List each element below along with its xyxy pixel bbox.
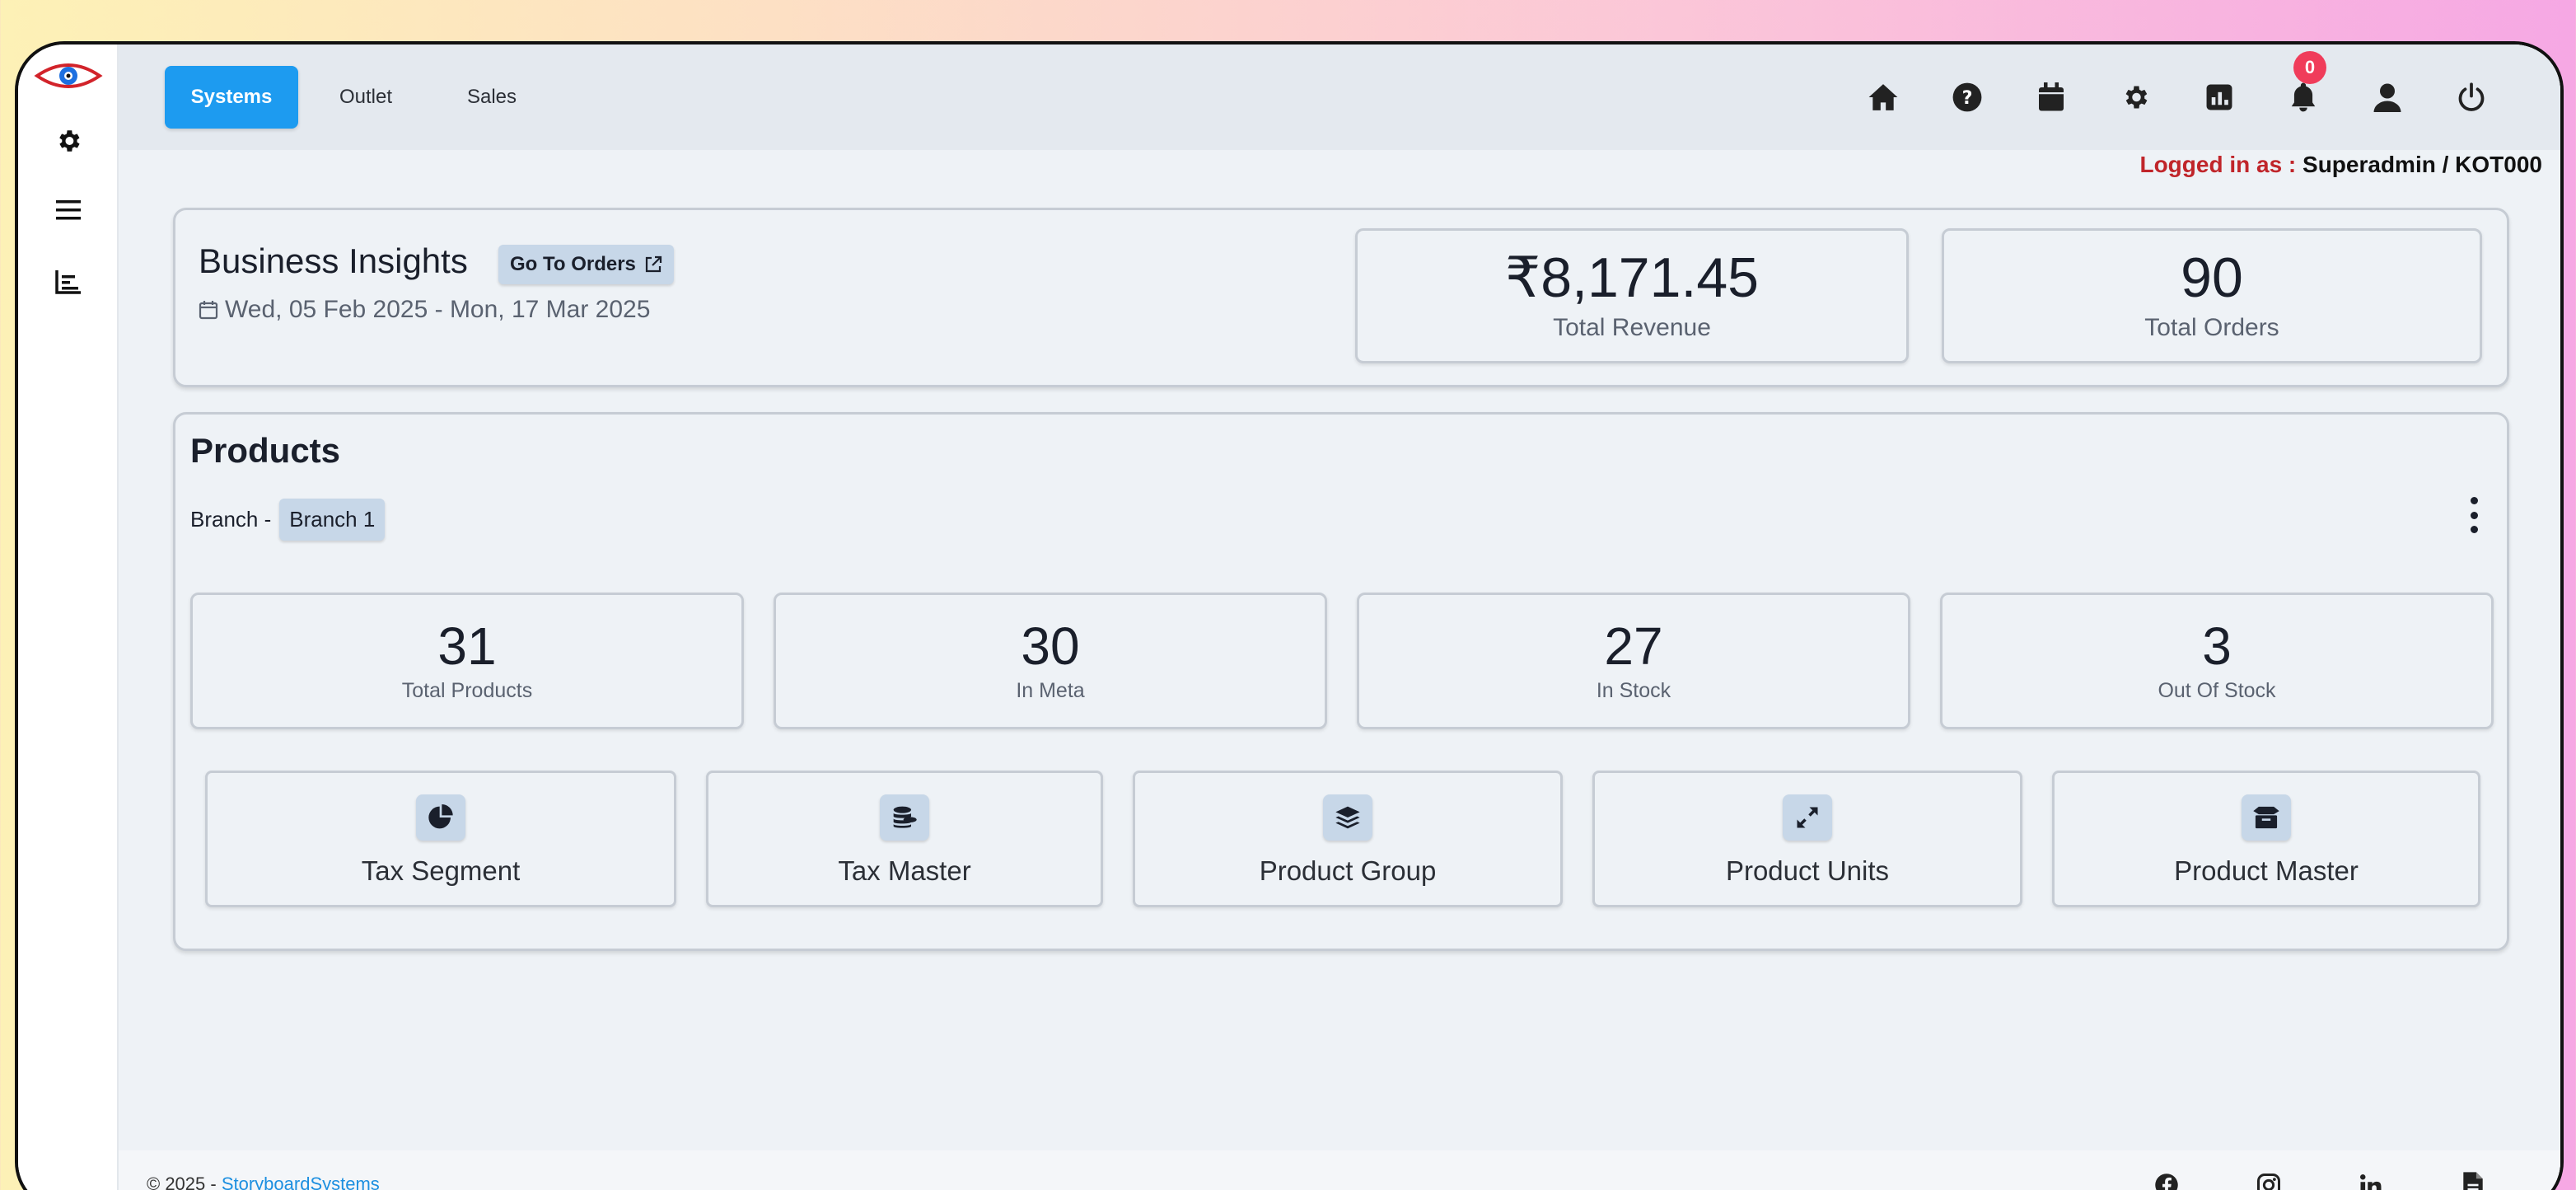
user-icon[interactable]: [2368, 77, 2407, 117]
coins-icon: [880, 794, 929, 841]
tab-outlet[interactable]: Outlet: [316, 66, 415, 129]
settings-icon[interactable]: [2115, 77, 2155, 117]
total-products-box: 31 Total Products: [190, 593, 744, 729]
top-navbar: Systems Outlet Sales ? 0: [119, 45, 2560, 150]
logged-in-user: Superadmin / KOT000: [2303, 152, 2542, 177]
footer: © 2025 - StoryboardSystems: [119, 1150, 2560, 1190]
in-stock-label: In Stock: [1596, 678, 1671, 702]
eye-logo-icon[interactable]: [18, 59, 119, 92]
expand-icon: [1783, 794, 1832, 841]
total-revenue-box: ₹8,171.45 Total Revenue: [1355, 228, 1909, 363]
products-card: Products Branch - Branch 1 31 Total Prod…: [173, 412, 2509, 951]
box-icon: [2242, 794, 2291, 841]
calendar-outline-icon: [199, 301, 218, 320]
in-meta-box: 30 In Meta: [774, 593, 1327, 729]
product-group-tile[interactable]: Product Group: [1133, 771, 1563, 907]
products-title: Products: [190, 431, 341, 470]
branch-label: Branch -: [190, 507, 272, 532]
pie-chart-icon: [416, 794, 465, 841]
more-options-icon[interactable]: [2466, 497, 2482, 533]
in-meta-label: In Meta: [1016, 678, 1085, 702]
svg-text:?: ?: [1962, 87, 1973, 109]
in-stock-box: 27 In Stock: [1357, 593, 1910, 729]
facebook-icon[interactable]: [2150, 1169, 2183, 1190]
menu-icon[interactable]: [18, 198, 119, 223]
tax-master-label: Tax Master: [838, 855, 971, 886]
go-to-orders-button[interactable]: Go To Orders: [498, 245, 674, 284]
date-range-text: Wed, 05 Feb 2025 - Mon, 17 Mar 2025: [225, 296, 651, 323]
product-master-label: Product Master: [2174, 855, 2359, 886]
product-group-label: Product Group: [1259, 855, 1437, 886]
tab-sales[interactable]: Sales: [446, 66, 537, 129]
in-stock-value: 27: [1604, 616, 1663, 676]
instagram-icon[interactable]: [2252, 1169, 2285, 1190]
copyright-text: © 2025 -: [147, 1174, 222, 1190]
bell-icon[interactable]: [2284, 77, 2323, 117]
app-window: Systems Outlet Sales ? 0 Logged in as: …: [15, 41, 2564, 1190]
out-of-stock-value: 3: [2202, 616, 2232, 676]
product-units-tile[interactable]: Product Units: [1592, 771, 2022, 907]
document-icon[interactable]: [2457, 1169, 2490, 1190]
bar-chart-icon[interactable]: [18, 269, 119, 295]
logged-in-label: Logged in as :: [2139, 152, 2303, 177]
total-orders-label: Total Orders: [2144, 314, 2279, 341]
main-content: Systems Outlet Sales ? 0 Logged in as: …: [119, 45, 2560, 1190]
sidebar: [18, 45, 119, 1190]
in-meta-value: 30: [1021, 616, 1080, 676]
home-icon[interactable]: [1863, 77, 1903, 117]
calendar-icon[interactable]: [2031, 77, 2071, 117]
out-of-stock-box: 3 Out Of Stock: [1940, 593, 2494, 729]
total-orders-value: 90: [2181, 246, 2243, 309]
external-link-icon: [645, 255, 662, 273]
total-revenue-label: Total Revenue: [1553, 314, 1711, 341]
branch-selector: Branch - Branch 1: [190, 499, 386, 541]
tax-segment-tile[interactable]: Tax Segment: [205, 771, 676, 907]
date-range: Wed, 05 Feb 2025 - Mon, 17 Mar 2025: [199, 296, 650, 324]
logged-in-info: Logged in as : Superadmin / KOT000: [2139, 152, 2542, 178]
insights-title: Business Insights: [199, 241, 468, 280]
layers-icon: [1323, 794, 1372, 841]
help-icon[interactable]: ?: [1947, 77, 1987, 117]
tax-master-tile[interactable]: Tax Master: [706, 771, 1103, 907]
tax-segment-label: Tax Segment: [361, 855, 521, 886]
linkedin-icon[interactable]: [2354, 1169, 2387, 1190]
business-insights-card: Business Insights Go To Orders Wed, 05 F…: [173, 208, 2509, 387]
tab-systems[interactable]: Systems: [165, 66, 298, 129]
total-revenue-value: ₹8,171.45: [1505, 246, 1759, 309]
power-icon[interactable]: [2452, 77, 2491, 117]
out-of-stock-label: Out Of Stock: [2158, 678, 2276, 702]
notification-badge: 0: [2293, 51, 2326, 84]
product-master-tile[interactable]: Product Master: [2052, 771, 2480, 907]
total-products-label: Total Products: [401, 678, 533, 702]
go-to-orders-label: Go To Orders: [510, 253, 636, 275]
product-units-label: Product Units: [1725, 855, 1890, 886]
total-orders-box: 90 Total Orders: [1942, 228, 2482, 363]
total-products-value: 31: [437, 616, 497, 676]
branch-chip[interactable]: Branch 1: [279, 499, 386, 541]
gear-icon[interactable]: [18, 127, 119, 155]
footer-copyright: © 2025 - StoryboardSystems: [147, 1174, 380, 1190]
footer-brand-link[interactable]: StoryboardSystems: [222, 1174, 380, 1190]
report-icon[interactable]: [2200, 77, 2239, 117]
